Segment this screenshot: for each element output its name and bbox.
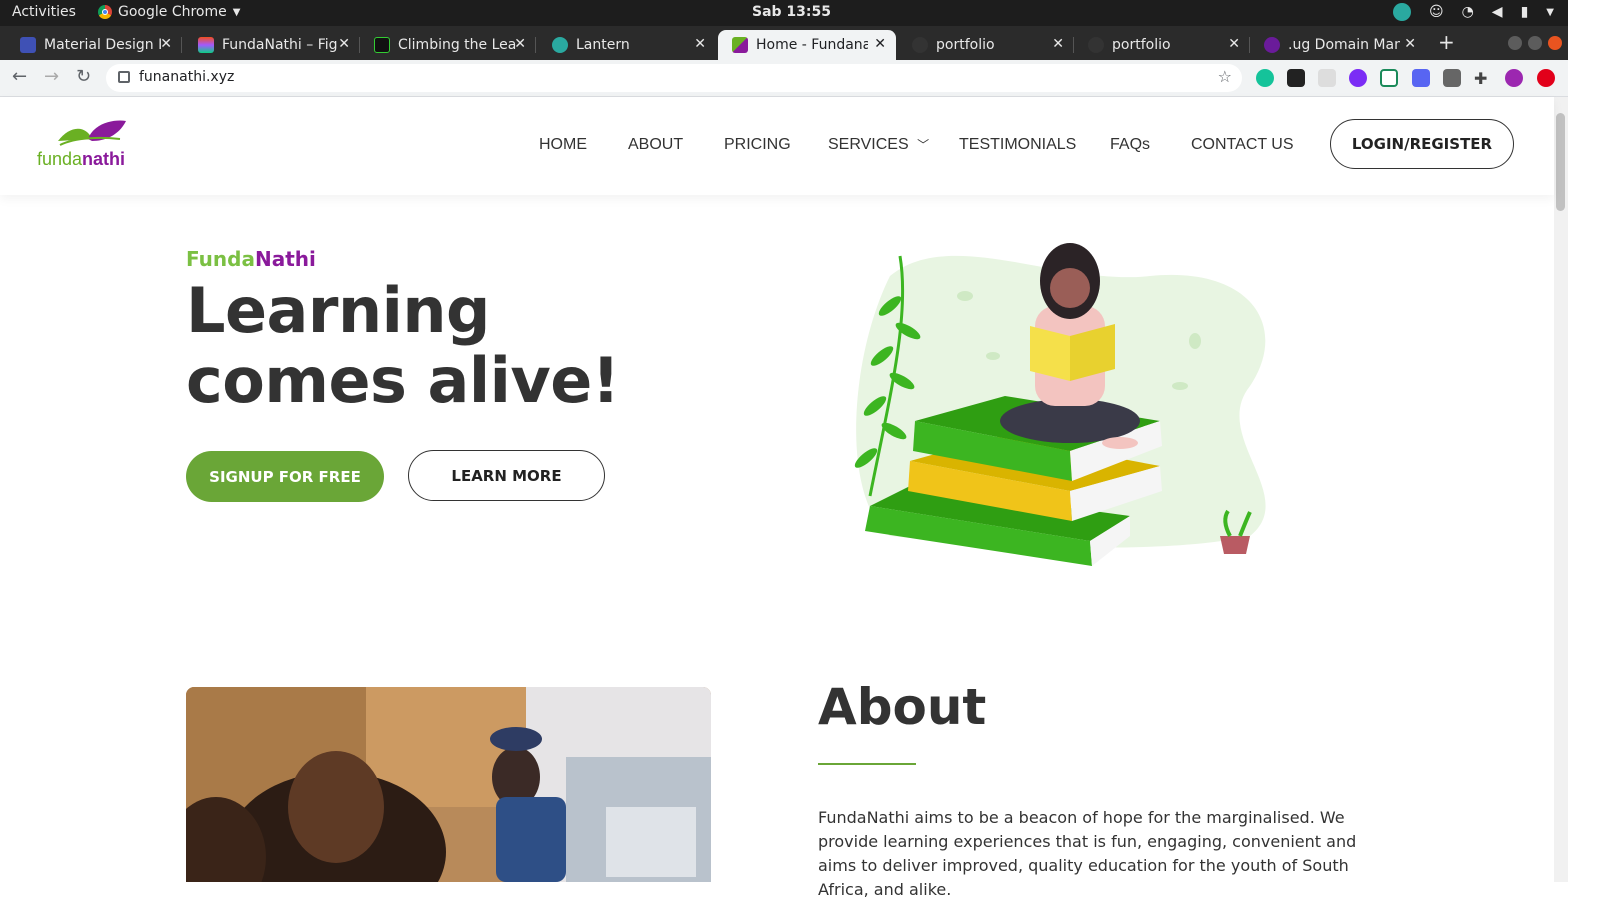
address-bar[interactable]: funanathi.xyz ☆ bbox=[106, 64, 1242, 92]
site-logo[interactable]: fundanathi bbox=[36, 117, 146, 171]
fundanathi-icon bbox=[732, 37, 748, 53]
lock-icon[interactable] bbox=[118, 71, 130, 83]
bookmark-star-icon[interactable]: ☆ bbox=[1218, 67, 1232, 86]
browser-tab[interactable]: Material Design I ✕ bbox=[6, 30, 182, 60]
chevron-down-icon[interactable]: ▼ bbox=[1546, 7, 1554, 18]
hero-headline: Learning comes alive! bbox=[186, 276, 620, 416]
about-heading: About bbox=[818, 678, 987, 736]
browser-toolbar: ← → ↻ funanathi.xyz ☆ ✚ bbox=[0, 60, 1568, 97]
updates-icon[interactable] bbox=[1392, 3, 1411, 21]
battery-icon: ▮ bbox=[1520, 4, 1529, 20]
figma-icon bbox=[198, 37, 214, 53]
hero-headline-line1: Learning bbox=[186, 274, 490, 347]
maximize-button[interactable] bbox=[1528, 36, 1542, 50]
tab-title: .ug Domain Man bbox=[1288, 37, 1400, 53]
tab-title: portfolio bbox=[936, 37, 995, 53]
hero-headline-line2: comes alive! bbox=[186, 344, 620, 417]
page-scrollbar[interactable] bbox=[1554, 97, 1568, 882]
chrome-icon bbox=[98, 5, 112, 19]
nav-faqs[interactable]: FAQs bbox=[1110, 136, 1150, 154]
chevron-down-icon: ﹀ bbox=[917, 138, 930, 152]
nav-services-label: SERVICES bbox=[828, 136, 909, 153]
nav-testimonials[interactable]: TESTIMONIALS bbox=[959, 136, 1076, 154]
close-icon[interactable]: ✕ bbox=[1052, 36, 1064, 52]
clock[interactable]: Sab 13:55 bbox=[752, 4, 831, 20]
tab-title: Home - Fundanat bbox=[756, 37, 868, 53]
os-top-bar: Activities Google Chrome ▼ Sab 13:55 ☺ ◔… bbox=[0, 0, 1568, 26]
domain-icon bbox=[1264, 37, 1280, 53]
system-tray[interactable]: ☺ ◔ ◀ ▮ ▼ bbox=[1392, 3, 1554, 21]
nav-pricing[interactable]: PRICING bbox=[724, 136, 791, 154]
close-icon[interactable]: ✕ bbox=[874, 36, 886, 52]
material-design-icon bbox=[20, 37, 36, 53]
tab-title: Climbing the Lea bbox=[398, 37, 517, 53]
app-name: Google Chrome bbox=[118, 4, 227, 20]
extension-icon[interactable] bbox=[1443, 69, 1461, 87]
nav-about[interactable]: ABOUT bbox=[628, 136, 683, 154]
extension-icon[interactable] bbox=[1412, 69, 1430, 87]
close-icon[interactable]: ✕ bbox=[694, 36, 706, 52]
url-text[interactable]: funanathi.xyz bbox=[139, 69, 234, 85]
browser-tab[interactable]: Climbing the Lea ✕ bbox=[360, 30, 536, 60]
close-icon[interactable]: ✕ bbox=[338, 36, 350, 52]
nav-home[interactable]: HOME bbox=[539, 136, 587, 154]
nav-services[interactable]: SERVICES ﹀ bbox=[828, 136, 929, 154]
about-paragraph: FundaNathi aims to be a beacon of hope f… bbox=[818, 808, 1357, 899]
lantern-icon bbox=[552, 37, 568, 53]
login-register-button[interactable]: LOGIN/REGISTER bbox=[1330, 119, 1514, 169]
browser-tab-active[interactable]: Home - Fundanat ✕ bbox=[718, 30, 896, 60]
reading-woman-illustration bbox=[854, 243, 1266, 566]
signup-button[interactable]: SIGNUP FOR FREE bbox=[186, 451, 384, 502]
grammarly-extension-icon[interactable] bbox=[1256, 69, 1274, 87]
new-tab-button[interactable]: + bbox=[1438, 30, 1455, 54]
site-header: fundanathi HOME ABOUT PRICING SERVICES ﹀… bbox=[0, 97, 1554, 195]
tab-title: Material Design I bbox=[44, 37, 163, 53]
activities-button[interactable]: Activities bbox=[12, 4, 76, 20]
app-menu[interactable]: Google Chrome ▼ bbox=[98, 4, 240, 20]
hero-eyebrow: FundaNathi bbox=[186, 247, 316, 271]
scrollbar-thumb[interactable] bbox=[1556, 113, 1565, 211]
extension-icon[interactable] bbox=[1380, 69, 1398, 87]
browser-tab[interactable]: Lantern ✕ bbox=[538, 30, 716, 60]
github-icon bbox=[1088, 37, 1104, 53]
nav-contact[interactable]: CONTACT US bbox=[1191, 136, 1294, 154]
tab-separator bbox=[535, 37, 536, 53]
extension-icon[interactable] bbox=[1537, 69, 1555, 87]
about-photo bbox=[186, 687, 711, 882]
profile-avatar[interactable] bbox=[1505, 69, 1523, 87]
learn-more-button[interactable]: LEARN MORE bbox=[408, 450, 605, 501]
minimize-button[interactable] bbox=[1508, 36, 1522, 50]
reload-icon[interactable]: ↻ bbox=[76, 66, 91, 87]
extension-icon[interactable] bbox=[1287, 69, 1305, 87]
hashnode-icon bbox=[374, 37, 390, 53]
browser-tab[interactable]: .ug Domain Man ✕ bbox=[1250, 30, 1426, 60]
butterfly-logo-icon bbox=[58, 120, 126, 146]
close-window-button[interactable] bbox=[1548, 36, 1562, 50]
tab-strip: Material Design I ✕ FundaNathi – Fig ✕ C… bbox=[0, 26, 1568, 60]
close-icon[interactable]: ✕ bbox=[1404, 36, 1416, 52]
tab-separator bbox=[181, 37, 182, 53]
browser-tab[interactable]: portfolio ✕ bbox=[1074, 30, 1250, 60]
about-divider bbox=[818, 763, 916, 765]
close-icon[interactable]: ✕ bbox=[514, 36, 526, 52]
wifi-icon: ◔ bbox=[1461, 4, 1474, 20]
chevron-down-icon: ▼ bbox=[232, 6, 241, 18]
close-icon[interactable]: ✕ bbox=[1228, 36, 1240, 52]
extension-icon[interactable] bbox=[1349, 69, 1367, 87]
back-arrow-icon[interactable]: ← bbox=[12, 66, 27, 87]
forward-arrow-icon[interactable]: → bbox=[44, 66, 59, 87]
github-icon bbox=[912, 37, 928, 53]
browser-tab[interactable]: portfolio ✕ bbox=[898, 30, 1074, 60]
logo-wordmark: fundanathi bbox=[37, 149, 126, 169]
tab-title: Lantern bbox=[576, 37, 630, 53]
close-icon[interactable]: ✕ bbox=[160, 36, 172, 52]
tab-title: portfolio bbox=[1112, 37, 1171, 53]
extension-icon[interactable] bbox=[1318, 69, 1336, 87]
volume-icon: ◀ bbox=[1491, 4, 1503, 20]
tab-title: FundaNathi – Fig bbox=[222, 37, 338, 53]
puzzle-extensions-icon[interactable]: ✚ bbox=[1474, 69, 1492, 88]
user-icon[interactable]: ☺ bbox=[1429, 4, 1444, 20]
browser-tab[interactable]: FundaNathi – Fig ✕ bbox=[184, 30, 360, 60]
